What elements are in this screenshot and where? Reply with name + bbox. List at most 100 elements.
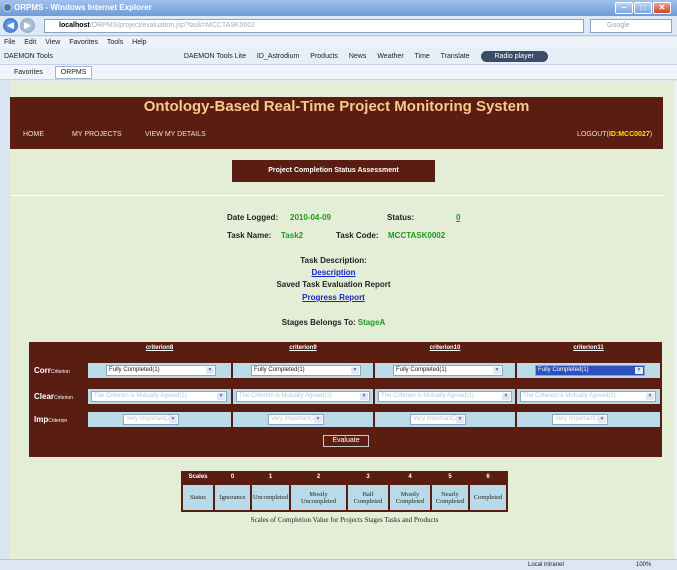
toolbar-products[interactable]: Products xyxy=(310,53,338,60)
scale-number-4: 4 xyxy=(408,474,412,480)
forward-button[interactable]: ▶ xyxy=(20,18,35,33)
browser-tab[interactable]: ORPMS xyxy=(54,66,93,79)
chevron-down-icon: ▼ xyxy=(360,393,368,400)
app-title: Ontology-Based Real-Time Project Monitor… xyxy=(143,98,530,115)
address-bar[interactable]: localhost/ORPMS/project/evaluation.jsp?t… xyxy=(44,19,584,33)
main-nav: HOME MY PROJECTS VIEW MY DETAILS LOGOUT(… xyxy=(10,128,663,144)
favorites-button[interactable]: Favorites xyxy=(14,69,43,76)
toolbar-weather[interactable]: Weather xyxy=(377,53,403,60)
nav-my-projects[interactable]: MY PROJECTS xyxy=(72,131,122,138)
close-window-button[interactable]: ✕ xyxy=(653,2,671,14)
clear-select-criterion10[interactable]: The Criterion is Mutually Agreed(1) ▼ xyxy=(378,391,512,402)
scale-number-3: 3 xyxy=(366,474,370,480)
menu-favorites[interactable]: Favorites xyxy=(69,39,98,46)
toolbar-news[interactable]: News xyxy=(349,53,367,60)
toolbar-daemon[interactable]: DAEMON Tools xyxy=(4,53,53,60)
corr-select-criterion11[interactable]: Fully Completed(1) ▼ xyxy=(535,365,645,376)
logout-close: ) xyxy=(649,131,653,138)
date-logged-label: Date Logged: xyxy=(227,213,279,222)
scales-caption: Scales of Completion Value for Projects … xyxy=(250,516,439,524)
imp-select-criterion9[interactable]: Very Important(2) ▼ xyxy=(268,414,324,425)
column-header-criterion11[interactable]: criterion11 xyxy=(517,345,660,351)
clear-value-criterion9: The Criterion is Mutually Agreed(1) xyxy=(239,393,332,399)
scale-number-5: 5 xyxy=(448,474,452,480)
row-label-corr-small: Criterion xyxy=(50,369,70,375)
scale-status-0: Ignorance xyxy=(215,485,250,510)
toolbar-translate[interactable]: Translate xyxy=(441,53,470,60)
scale-status-2: Mostly Uncompleted xyxy=(291,485,346,510)
corr-value-criterion8: Fully Completed(1) xyxy=(109,367,160,373)
corr-select-criterion9[interactable]: Fully Completed(1) ▼ xyxy=(251,365,361,376)
toolbar-astrodium[interactable]: ID_Astrodium xyxy=(257,53,299,60)
maximize-button[interactable]: □ xyxy=(634,2,652,14)
back-button[interactable]: ◀ xyxy=(3,18,18,33)
clear-select-criterion11[interactable]: The Criterion is Mutually Agreed(1) ▼ xyxy=(520,391,656,402)
task-code-label: Task Code: xyxy=(336,231,379,240)
search-box[interactable]: Google xyxy=(590,19,672,33)
menu-help[interactable]: Help xyxy=(132,39,146,46)
scale-number-1: 1 xyxy=(268,474,273,480)
menu-file[interactable]: File xyxy=(4,39,15,46)
row-label-clear: ClearCriterion xyxy=(31,389,85,404)
radio-player-button[interactable]: Radio player xyxy=(480,51,548,62)
task-description-label: Task Description: xyxy=(300,256,367,265)
column-header-criterion9[interactable]: criterion9 xyxy=(233,345,373,351)
clear-value-criterion10: The Criterion is Mutually Agreed(1) xyxy=(381,393,474,399)
chevron-down-icon: ▼ xyxy=(314,416,322,423)
corr-value-criterion10: Fully Completed(1) xyxy=(396,367,447,373)
chevron-down-icon: ▼ xyxy=(493,367,501,374)
menu-tools[interactable]: Tools xyxy=(107,39,123,46)
toolbar-daemon-lite[interactable]: DAEMON Tools Lite xyxy=(184,53,246,60)
chevron-down-icon: ▼ xyxy=(206,367,214,374)
zoom-level[interactable]: 100% xyxy=(636,560,651,570)
favorites-bar: Favorites ORPMS xyxy=(0,65,677,80)
scale-status-4: Mostly Completed xyxy=(390,485,430,510)
logout-link[interactable]: LOGOUT(ID:MCC0027) xyxy=(577,131,652,138)
chevron-down-icon: ▼ xyxy=(598,416,606,423)
saved-report-label: Saved Task Evaluation Report xyxy=(276,280,391,289)
row-label-clear-big: Clear xyxy=(34,392,55,401)
scale-number-6: 6 xyxy=(486,474,490,480)
imp-select-criterion11[interactable]: Very Important(2) ▼ xyxy=(552,414,608,425)
progress-report-link[interactable]: Progress Report xyxy=(302,293,365,302)
toolbar-time[interactable]: Time xyxy=(415,53,430,60)
window-title: ORPMS - Windows Internet Explorer xyxy=(14,3,152,12)
task-name-label: Task Name: xyxy=(227,231,272,240)
description-link[interactable]: Description xyxy=(311,268,355,277)
scale-row-label: Status xyxy=(183,485,213,510)
user-id: ID:MCC0027 xyxy=(608,131,650,138)
toolbar: DAEMON Tools DAEMON Tools Lite ID_Astrod… xyxy=(0,48,677,65)
imp-value-criterion10: Very Important(2) xyxy=(413,416,460,422)
stage-label: Stages Belongs To: xyxy=(281,318,356,327)
zone-label: Local intranet xyxy=(528,562,565,568)
imp-select-criterion8[interactable]: Very Important(2) ▼ xyxy=(123,414,179,425)
address-path: /ORPMS/project/evaluation.jsp?task=MCCTA… xyxy=(89,22,256,29)
corr-select-criterion8[interactable]: Fully Completed(1) ▼ xyxy=(106,365,216,376)
logout-text: LOGOUT( xyxy=(577,131,609,138)
scale-number-2: 2 xyxy=(316,474,321,480)
corr-select-criterion10[interactable]: Fully Completed(1) ▼ xyxy=(393,365,503,376)
status-bar: Local intranet 100% xyxy=(0,559,677,570)
column-header-criterion10[interactable]: criterion10 xyxy=(375,345,515,351)
clear-select-criterion9[interactable]: The Criterion is Mutually Agreed(1) ▼ xyxy=(236,391,370,402)
menu-view[interactable]: View xyxy=(45,39,60,46)
row-label-corr-big: Corr xyxy=(34,366,51,375)
clear-value-criterion11: The Criterion is Mutually Agreed(1) xyxy=(523,393,616,399)
evaluate-button[interactable]: Evaluate xyxy=(323,435,369,447)
address-host: localhost xyxy=(59,22,90,29)
chevron-down-icon: ▼ xyxy=(217,393,225,400)
row-label-imp-small: Criterion xyxy=(48,418,68,424)
nav-view-details[interactable]: VIEW MY DETAILS xyxy=(145,131,206,138)
minimize-button[interactable]: – xyxy=(615,2,633,14)
status-label: Status: xyxy=(387,213,415,222)
imp-select-criterion10[interactable]: Very Important(2) ▼ xyxy=(410,414,466,425)
column-header-criterion8[interactable]: criterion8 xyxy=(88,345,231,351)
scale-status-1: Uncompleted xyxy=(252,485,289,510)
nav-home[interactable]: HOME xyxy=(23,131,44,138)
assessment-heading: Project Completion Status Assessment xyxy=(232,160,435,182)
clear-select-criterion8[interactable]: The Criterion is Mutually Agreed(1) ▼ xyxy=(91,391,227,402)
status-value[interactable]: 0 xyxy=(456,213,460,222)
row-label-imp-big: Imp xyxy=(34,415,49,424)
menu-edit[interactable]: Edit xyxy=(24,39,36,46)
task-code-value: MCCTASK0002 xyxy=(388,231,446,240)
